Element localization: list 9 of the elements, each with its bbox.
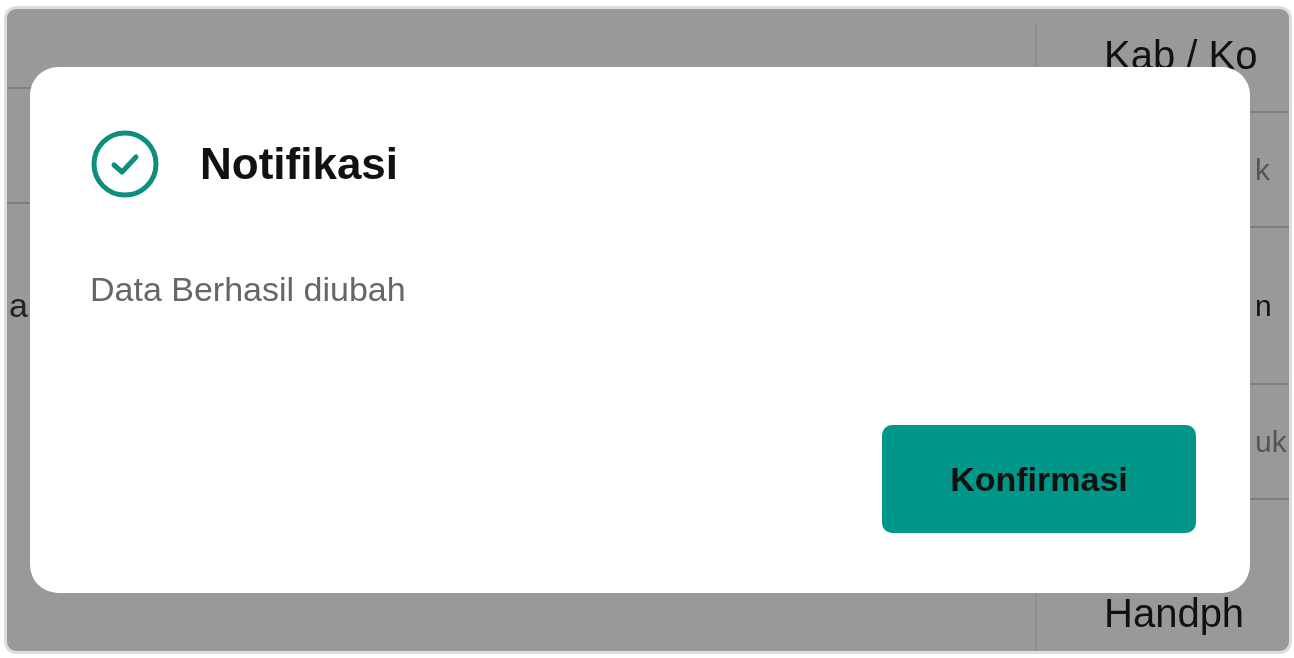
dialog-title: Notifikasi bbox=[200, 142, 399, 186]
field-value: uk bbox=[1254, 426, 1287, 457]
field-label: n bbox=[1254, 290, 1272, 321]
check-circle-icon bbox=[90, 129, 160, 199]
field-label: Handph bbox=[1103, 593, 1245, 637]
field-value: k bbox=[1254, 154, 1270, 185]
confirm-button[interactable]: Konfirmasi bbox=[882, 425, 1196, 533]
dialog-message: Data Berhasil diubah bbox=[90, 269, 407, 310]
field-label: a bbox=[9, 288, 28, 322]
